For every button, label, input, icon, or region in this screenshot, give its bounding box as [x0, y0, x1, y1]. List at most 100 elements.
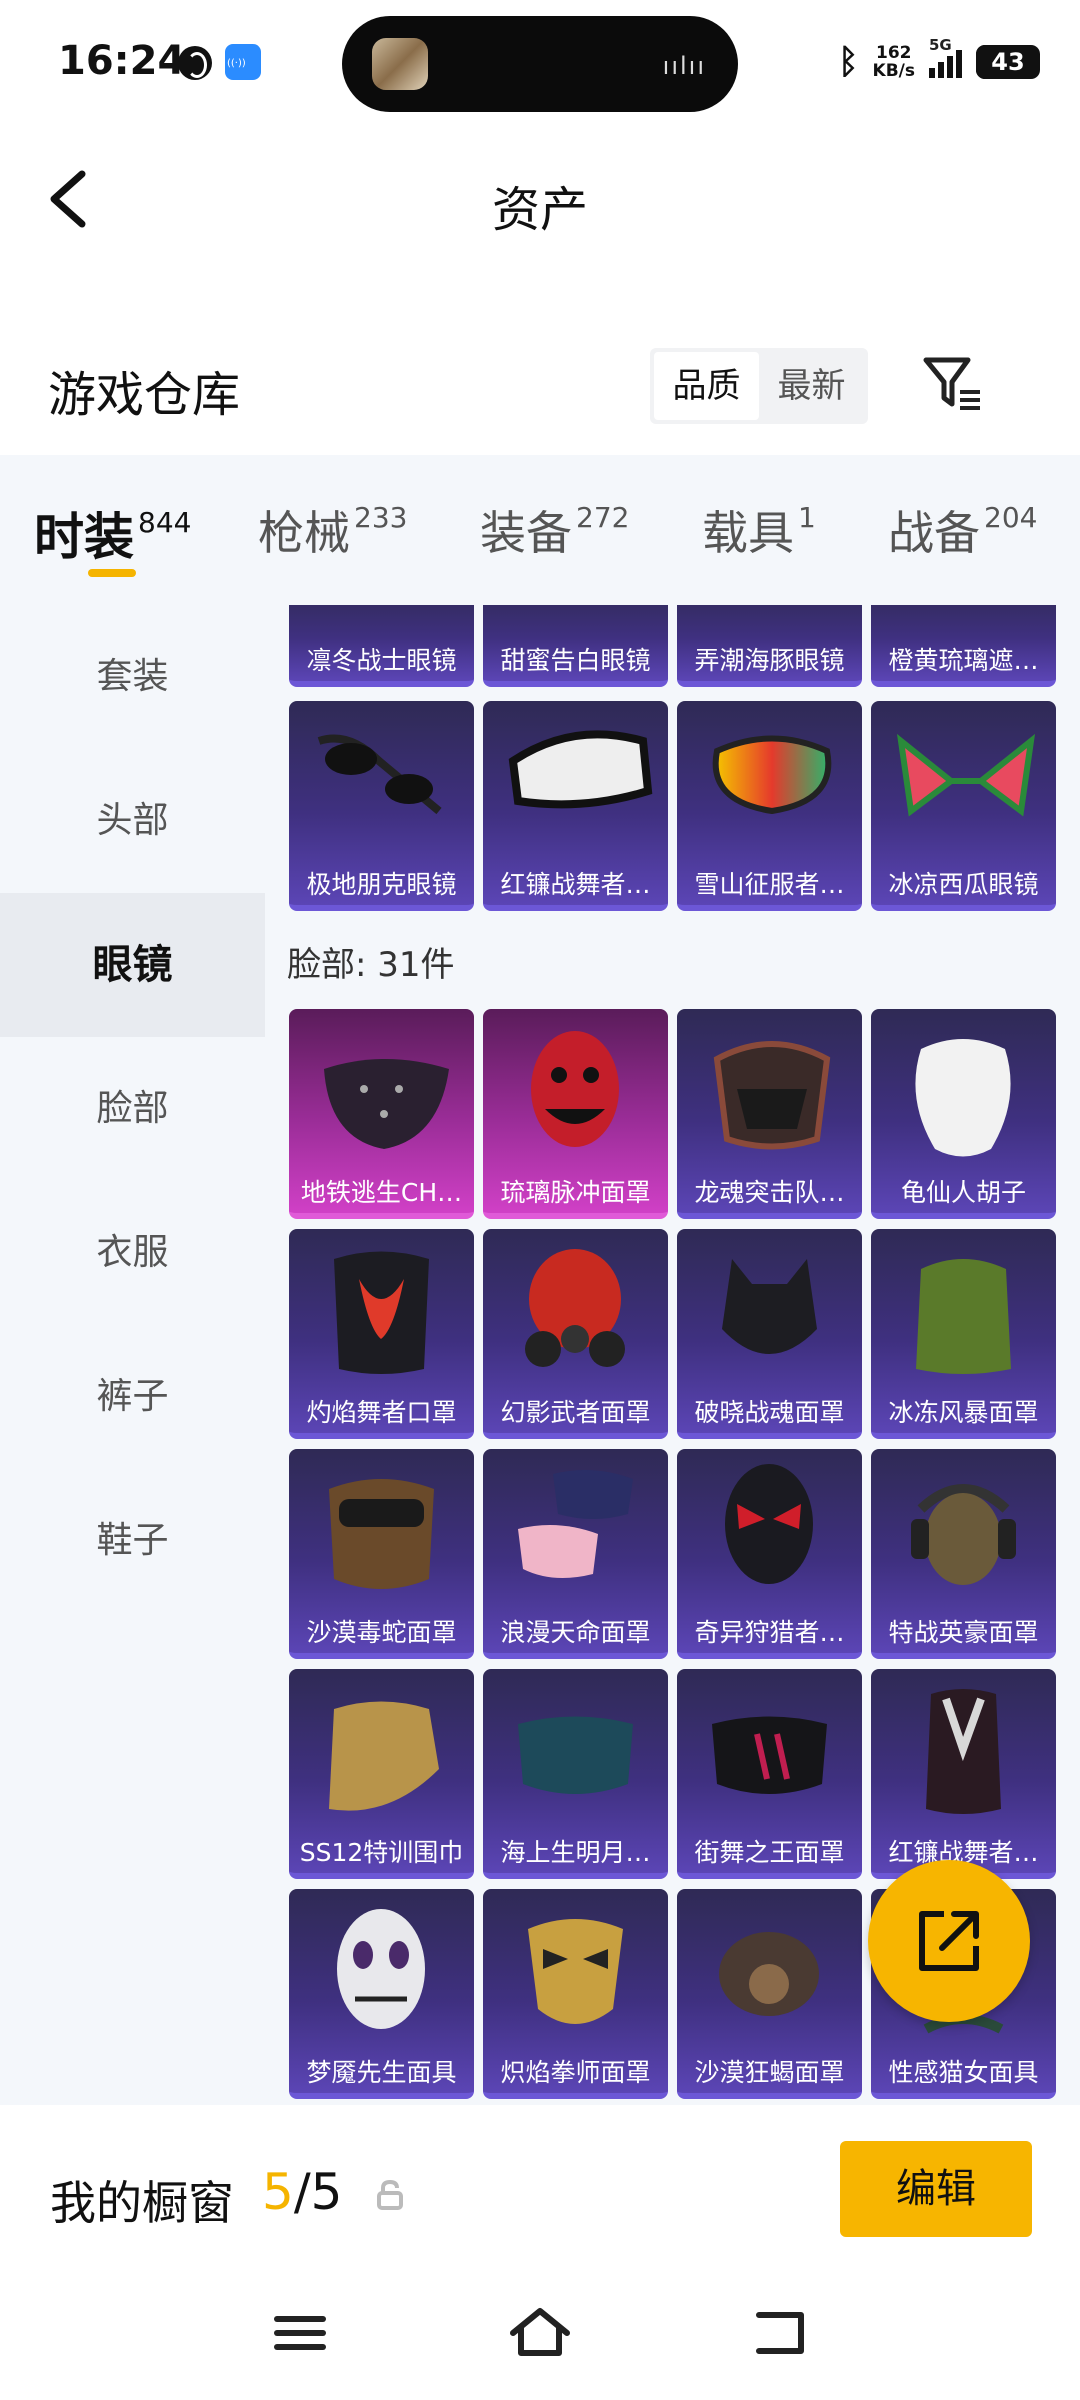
globe-icon: [178, 46, 212, 80]
item-card[interactable]: 破晓战魂面罩: [677, 1229, 862, 1439]
item-name: 沙漠毒蛇面罩: [306, 1618, 457, 1647]
sidebar-item-pants[interactable]: 裤子: [0, 1325, 265, 1469]
item-card[interactable]: 梦魇先生面具: [289, 1889, 474, 2099]
watermelon-glasses-icon: [896, 733, 1036, 817]
item-name: 冰冻风暴面罩: [888, 1398, 1039, 1427]
item-card[interactable]: 橙黄琉璃遮…: [871, 605, 1056, 687]
dynamic-island[interactable]: ıılıı: [342, 16, 738, 112]
item-name: 炽焰拳师面罩: [500, 2058, 651, 2087]
tab-vehicles[interactable]: 载具 1: [702, 497, 816, 563]
status-right-group: ᛒ 162 KB/s 5G 43: [838, 36, 1040, 84]
item-card[interactable]: 沙漠毒蛇面罩: [289, 1449, 474, 1659]
signal-group: 5G: [929, 36, 962, 78]
showcase-count-total: 5: [310, 2163, 343, 2221]
item-card[interactable]: 龟仙人胡子: [871, 1009, 1056, 1219]
system-nav-bar: [0, 2275, 1080, 2400]
battery-icon: 43: [976, 45, 1040, 79]
tab-label: 战备: [888, 506, 980, 560]
studded-mask-icon: [324, 1059, 449, 1149]
item-card[interactable]: 红镰战舞者…: [871, 1669, 1056, 1879]
item-card[interactable]: 甜蜜告白眼镜: [483, 605, 668, 687]
green-scarf-icon: [916, 1259, 1011, 1374]
item-card[interactable]: 冰凉西瓜眼镜: [871, 701, 1056, 911]
item-card[interactable]: 奇异狩猎者…: [677, 1449, 862, 1659]
sort-quality-button[interactable]: 品质: [654, 352, 759, 420]
item-card[interactable]: 冰冻风暴面罩: [871, 1229, 1056, 1439]
showcase-label: 我的橱窗: [50, 2176, 234, 2230]
item-name: 沙漠狂蝎面罩: [694, 2058, 845, 2087]
item-card[interactable]: 海上生明月…: [483, 1669, 668, 1879]
status-bar: 16:24 ıılıı ᛒ 162 KB/s 5G 43: [0, 0, 1080, 120]
sidebar-item-clothes[interactable]: 衣服: [0, 1181, 265, 1325]
tab-count: 272: [576, 501, 630, 534]
item-name: 幻影武者面罩: [500, 1398, 651, 1427]
desert-mask-icon: [329, 1479, 434, 1589]
item-card[interactable]: 弄潮海豚眼镜: [677, 605, 862, 687]
item-card[interactable]: 炽焰拳师面罩: [483, 1889, 668, 2099]
item-card[interactable]: 地铁逃生CH…: [289, 1009, 474, 1219]
tab-gear[interactable]: 装备 272: [480, 497, 629, 563]
black-mask-icon: [712, 1716, 827, 1794]
net-speed: 162 KB/s: [873, 44, 915, 80]
red-balaclava-icon: [531, 1031, 619, 1147]
sidebar-item-head[interactable]: 头部: [0, 749, 265, 893]
sidebar: 套装 头部 眼镜 脸部 衣服 裤子 鞋子: [0, 605, 265, 2105]
warehouse-title: 游戏仓库: [48, 367, 241, 423]
item-card[interactable]: 灼焰舞者口罩: [289, 1229, 474, 1439]
sort-newest-button[interactable]: 最新: [759, 352, 864, 420]
tab-label: 载具: [702, 506, 794, 560]
filter-icon[interactable]: [920, 352, 984, 414]
tab-guns[interactable]: 枪械 233: [258, 497, 407, 563]
sidebar-item-outfit[interactable]: 套装: [0, 605, 265, 749]
tab-count: 1: [798, 501, 816, 534]
nightmare-mask-icon: [337, 1909, 425, 2029]
item-name: 凛冬战士眼镜: [306, 646, 457, 675]
item-card[interactable]: 凛冬战士眼镜: [289, 605, 474, 687]
status-time: 16:24: [58, 38, 186, 84]
item-card[interactable]: 幻影武者面罩: [483, 1229, 668, 1439]
showcase-count: 5/5: [262, 2163, 342, 2221]
bluetooth-icon: ᛒ: [838, 42, 859, 82]
tab-label: 枪械: [258, 506, 350, 560]
share-fab-button[interactable]: [868, 1860, 1030, 2022]
dark-goggles-icon: [317, 734, 442, 815]
sidebar-item-glasses[interactable]: 眼镜: [0, 893, 265, 1037]
app-notify-icon: [225, 44, 261, 80]
item-card[interactable]: 特战英豪面罩: [871, 1449, 1056, 1659]
item-card[interactable]: 极地朋克眼镜: [289, 701, 474, 911]
page-title: 资产: [491, 182, 588, 238]
teal-mask-icon: [518, 1716, 633, 1794]
showcase-count-current: 5: [262, 2163, 294, 2221]
item-name: 橙黄琉璃遮…: [888, 646, 1039, 675]
item-name: 特战英豪面罩: [888, 1618, 1039, 1647]
gas-mask-icon: [525, 1249, 625, 1367]
item-card[interactable]: 沙漠狂蝎面罩: [677, 1889, 862, 2099]
item-card[interactable]: 红镰战舞者…: [483, 701, 668, 911]
item-name: 性感猫女面具: [888, 2058, 1039, 2087]
sidebar-item-shoes[interactable]: 鞋子: [0, 1469, 265, 1613]
tab-supplies[interactable]: 战备 204: [888, 497, 1037, 563]
back-icon[interactable]: [745, 2303, 815, 2363]
menu-icon[interactable]: [265, 2303, 335, 2363]
item-card[interactable]: 街舞之王面罩: [677, 1669, 862, 1879]
tab-fashion[interactable]: 时装 844: [34, 497, 191, 569]
surgical-masks-icon: [518, 1470, 633, 1578]
item-card[interactable]: 雪山征服者…: [677, 701, 862, 911]
tab-count: 204: [984, 501, 1038, 534]
golden-mask-icon: [528, 1919, 623, 2024]
item-name: 雪山征服者…: [694, 870, 845, 899]
rainbow-goggles-icon: [712, 735, 832, 815]
item-name: 海上生明月…: [500, 1838, 651, 1867]
item-name: 浪漫天命面罩: [500, 1618, 651, 1647]
item-card[interactable]: 琉璃脉冲面罩: [483, 1009, 668, 1219]
spider-mask-icon: [725, 1464, 813, 1584]
item-name: 琉璃脉冲面罩: [500, 1178, 651, 1207]
tab-count: 844: [138, 506, 192, 539]
item-name: 灼焰舞者口罩: [306, 1398, 457, 1427]
item-card[interactable]: 浪漫天命面罩: [483, 1449, 668, 1659]
home-icon[interactable]: [505, 2303, 575, 2363]
item-card[interactable]: 龙魂突击队…: [677, 1009, 862, 1219]
sidebar-item-face[interactable]: 脸部: [0, 1037, 265, 1181]
item-card[interactable]: SS12特训围巾: [289, 1669, 474, 1879]
edit-button[interactable]: 编辑: [840, 2141, 1032, 2237]
